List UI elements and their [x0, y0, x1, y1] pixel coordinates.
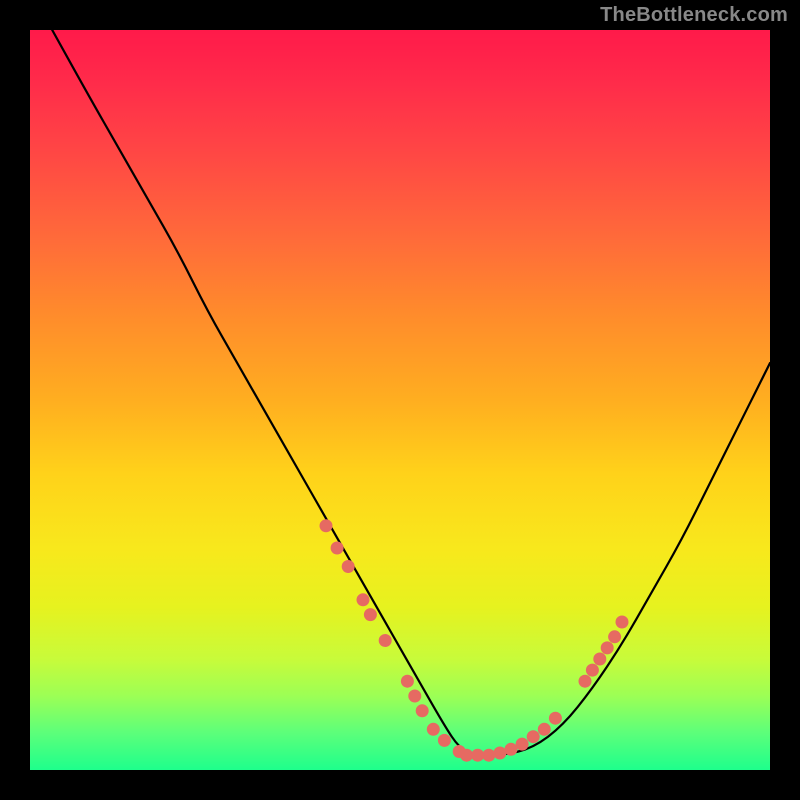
marker-dot — [342, 560, 355, 573]
marker-dot — [586, 664, 599, 677]
marker-dot — [427, 723, 440, 736]
marker-dot — [601, 641, 614, 654]
marker-dot — [320, 519, 333, 532]
marker-dot — [416, 704, 429, 717]
marker-dot — [579, 675, 592, 688]
marker-dot — [331, 542, 344, 555]
chart-frame: TheBottleneck.com — [0, 0, 800, 800]
marker-dot — [438, 734, 451, 747]
marker-dot — [516, 738, 529, 751]
marker-dot — [593, 653, 606, 666]
marker-dot — [379, 634, 392, 647]
plot-area — [30, 30, 770, 770]
marker-dot — [357, 593, 370, 606]
marker-dot — [460, 749, 473, 762]
marker-dot — [616, 616, 629, 629]
marker-dot — [364, 608, 377, 621]
marker-group — [320, 519, 629, 761]
marker-dot — [549, 712, 562, 725]
marker-dot — [505, 743, 518, 756]
marker-dot — [401, 675, 414, 688]
marker-dot — [408, 690, 421, 703]
marker-dot — [471, 749, 484, 762]
chart-svg — [30, 30, 770, 770]
marker-dot — [527, 730, 540, 743]
marker-dot — [482, 749, 495, 762]
marker-dot — [538, 723, 551, 736]
marker-dot — [493, 747, 506, 760]
bottleneck-curve — [52, 30, 770, 755]
watermark-text: TheBottleneck.com — [600, 4, 788, 27]
marker-dot — [608, 630, 621, 643]
